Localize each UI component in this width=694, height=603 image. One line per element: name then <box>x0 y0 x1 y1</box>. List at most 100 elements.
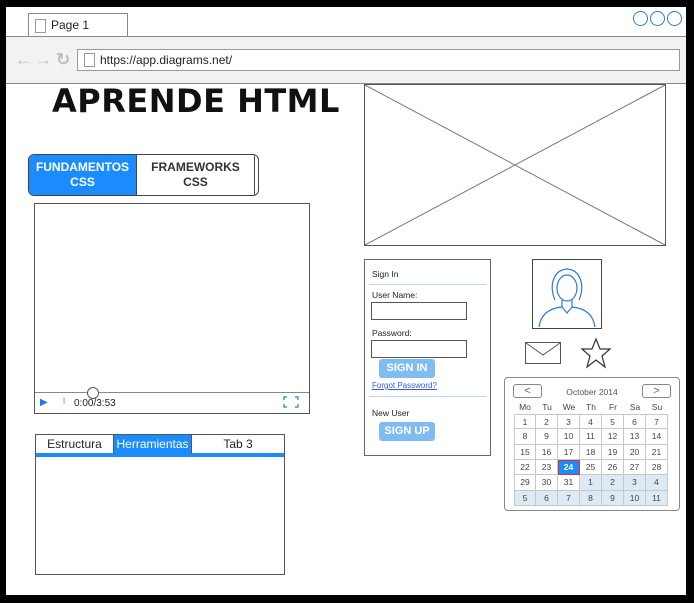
segmented-control: FUNDAMENTOS CSS FRAMEWORKS CSS <box>28 154 259 196</box>
calendar-day[interactable]: 5 <box>602 414 624 430</box>
page-icon <box>35 19 46 33</box>
calendar-day[interactable]: 31 <box>558 475 580 491</box>
video-time: 0:00/3:53 <box>74 398 116 409</box>
calendar-day[interactable]: 25 <box>580 460 602 476</box>
tab-strip: Page 1 <box>6 7 686 37</box>
calendar-day[interactable]: 2 <box>602 475 624 491</box>
avatar-icon <box>538 268 596 328</box>
segment-label-line1: FRAMEWORKS <box>151 160 240 174</box>
avatar <box>532 259 602 329</box>
calendar-day[interactable]: 10 <box>558 429 580 445</box>
calendar-day[interactable]: 16 <box>536 444 558 460</box>
calendar-day[interactable]: 11 <box>580 429 602 445</box>
calendar-day[interactable]: 4 <box>646 475 668 491</box>
volume-icon[interactable]: ⧘ <box>63 396 65 407</box>
calendar-day[interactable]: 30 <box>536 475 558 491</box>
calendar-weekday: Sa <box>629 402 641 412</box>
divider <box>369 284 486 285</box>
calendar-day[interactable]: 20 <box>624 444 646 460</box>
url-field[interactable]: https://app.diagrams.net/ <box>77 49 680 71</box>
calendar-next-button[interactable]: > <box>642 384 671 398</box>
window-close-button[interactable] <box>667 11 682 26</box>
sign-up-button[interactable]: SIGN UP <box>379 422 435 441</box>
calendar: < October 2014 > Mo Tu We Th Fr Sa Su 12345678… <box>504 377 680 511</box>
calendar-weekday: Th <box>586 402 596 412</box>
calendar-day[interactable]: 11 <box>646 490 668 506</box>
calendar-day[interactable]: 18 <box>580 444 602 460</box>
forgot-password-link[interactable]: Forgot Password? <box>372 381 437 390</box>
segment-label-line2: CSS <box>70 175 95 189</box>
tab-container: Estructura Herramientas Tab 3 <box>35 434 285 575</box>
back-arrow-icon[interactable]: ← <box>15 50 32 70</box>
segment-fundamentos-css[interactable]: FUNDAMENTOS CSS <box>29 155 136 195</box>
calendar-day[interactable]: 27 <box>624 460 646 476</box>
calendar-day[interactable]: 28 <box>646 460 668 476</box>
tab-estructura[interactable]: Estructura <box>36 435 114 453</box>
calendar-day[interactable]: 2 <box>536 414 558 430</box>
calendar-day[interactable]: 1 <box>580 475 602 491</box>
calendar-day[interactable]: 17 <box>558 444 580 460</box>
calendar-day[interactable]: 19 <box>602 444 624 460</box>
mail-icon[interactable] <box>525 342 561 369</box>
calendar-day[interactable]: 7 <box>646 414 668 430</box>
segment-label-line1: FUNDAMENTOS <box>35 160 130 174</box>
divider <box>369 396 486 397</box>
forward-arrow-icon[interactable]: → <box>35 50 52 70</box>
segment-frameworks-css[interactable]: FRAMEWORKS CSS <box>136 155 255 195</box>
calendar-day[interactable]: 22 <box>514 460 536 476</box>
calendar-day[interactable]: 5 <box>514 490 536 506</box>
tab-title: Page 1 <box>51 18 90 32</box>
calendar-day[interactable]: 9 <box>536 429 558 445</box>
calendar-weekday: Su <box>651 402 663 412</box>
calendar-day[interactable]: 14 <box>646 429 668 445</box>
calendar-day[interactable]: 8 <box>514 429 536 445</box>
calendar-day[interactable]: 3 <box>624 475 646 491</box>
username-label: User Name: <box>372 290 418 300</box>
new-user-label: New User <box>372 408 410 418</box>
username-field[interactable] <box>371 302 467 320</box>
page-title: APRENDE HTML <box>52 82 340 120</box>
calendar-day[interactable]: 9 <box>602 490 624 506</box>
sign-in-button[interactable]: SIGN IN <box>379 359 435 378</box>
calendar-day[interactable]: 8 <box>580 490 602 506</box>
video-player[interactable]: ▶ ⧘ 0:00/3:53 <box>34 203 310 414</box>
window-maximize-button[interactable] <box>650 11 665 26</box>
calendar-day[interactable]: 23 <box>536 460 558 476</box>
calendar-day[interactable]: 15 <box>514 444 536 460</box>
calendar-day[interactable]: 3 <box>558 414 580 430</box>
calendar-day[interactable]: 12 <box>602 429 624 445</box>
calendar-day[interactable]: 10 <box>624 490 646 506</box>
password-field[interactable] <box>371 340 467 358</box>
page-icon <box>84 53 95 67</box>
calendar-day[interactable]: 29 <box>514 475 536 491</box>
calendar-day[interactable]: 21 <box>646 444 668 460</box>
calendar-weekday: Fr <box>608 402 618 412</box>
calendar-day[interactable]: 26 <box>602 460 624 476</box>
calendar-day[interactable]: 6 <box>624 414 646 430</box>
star-icon[interactable] <box>580 337 612 374</box>
video-seek-track[interactable] <box>35 392 309 393</box>
window-minimize-button[interactable] <box>633 11 648 26</box>
reload-icon[interactable]: ↻ <box>56 50 70 70</box>
play-icon[interactable]: ▶ <box>40 397 48 408</box>
tab-3[interactable]: Tab 3 <box>192 435 284 453</box>
calendar-weekday: Tu <box>542 402 552 412</box>
calendar-weekday: We <box>562 402 576 412</box>
browser-tab[interactable]: Page 1 <box>28 13 128 36</box>
image-placeholder <box>364 84 666 246</box>
tab-herramientas[interactable]: Herramientas <box>114 435 192 453</box>
browser-window: Page 1 ← → ↻ https://app.diagrams.net/ A… <box>6 7 686 595</box>
url-text: https://app.diagrams.net/ <box>100 53 233 67</box>
login-form: Sign In User Name: Password: SIGN IN For… <box>364 259 491 456</box>
fullscreen-icon[interactable] <box>283 396 299 411</box>
calendar-day[interactable]: 6 <box>536 490 558 506</box>
calendar-day[interactable]: 7 <box>558 490 580 506</box>
calendar-day[interactable]: 13 <box>624 429 646 445</box>
login-heading: Sign In <box>372 269 399 279</box>
address-bar: ← → ↻ https://app.diagrams.net/ <box>6 37 686 84</box>
password-label: Password: <box>372 328 412 338</box>
calendar-day[interactable]: 4 <box>580 414 602 430</box>
calendar-grid: 1 2 3 4 5 6 7 8 9 10 11 12 13 14 15 16 17 18 19 20 21 22 23 24 2… <box>514 414 668 506</box>
calendar-day[interactable]: 1 <box>514 414 536 430</box>
calendar-day[interactable]: 24 <box>558 460 580 476</box>
